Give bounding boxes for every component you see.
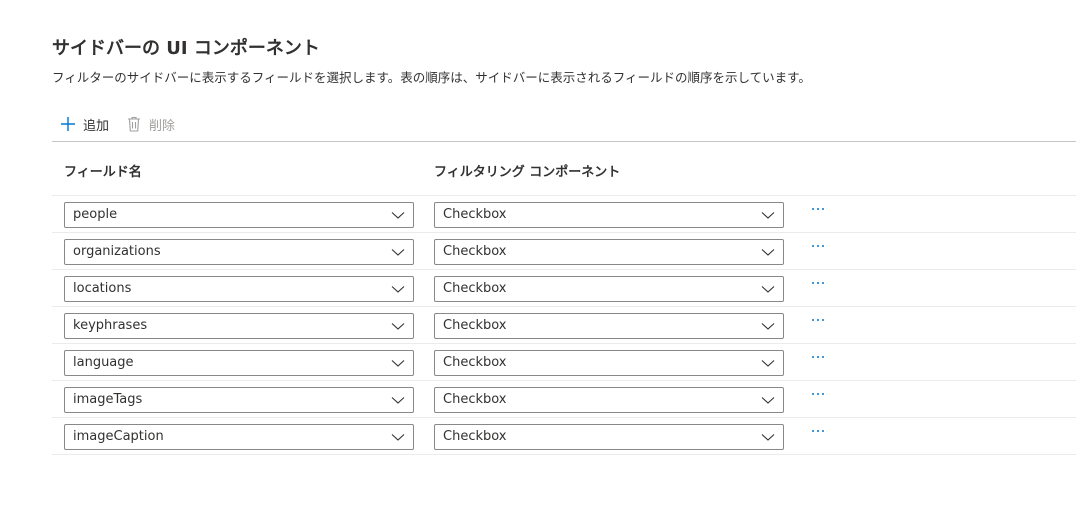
row-more-button[interactable] [810, 200, 826, 218]
toolbar-divider [52, 141, 1076, 142]
field-name-dropdown[interactable]: people [64, 202, 414, 228]
delete-button[interactable]: 削除 [125, 112, 175, 136]
row-more-button[interactable] [810, 348, 826, 366]
chevron-down-icon [391, 323, 405, 330]
chevron-down-icon [761, 323, 775, 330]
table-row: imageTags Checkbox [52, 380, 1076, 417]
field-name-value: language [73, 355, 134, 370]
field-name-dropdown[interactable]: keyphrases [64, 313, 414, 339]
table-row: language Checkbox [52, 343, 1076, 380]
more-horizontal-icon [812, 245, 824, 247]
row-more-button[interactable] [810, 422, 826, 440]
chevron-down-icon [761, 434, 775, 441]
filtering-component-value: Checkbox [443, 281, 507, 296]
filtering-component-dropdown[interactable]: Checkbox [434, 313, 784, 339]
more-horizontal-icon [812, 356, 824, 358]
chevron-down-icon [761, 212, 775, 219]
field-name-dropdown[interactable]: imageCaption [64, 424, 414, 450]
filtering-component-dropdown[interactable]: Checkbox [434, 424, 784, 450]
filtering-component-dropdown[interactable]: Checkbox [434, 239, 784, 265]
more-horizontal-icon [812, 282, 824, 284]
more-horizontal-icon [812, 319, 824, 321]
plus-icon [59, 115, 77, 133]
filtering-component-value: Checkbox [443, 392, 507, 407]
filtering-component-dropdown[interactable]: Checkbox [434, 350, 784, 376]
toolbar: 追加 削除 [52, 112, 175, 136]
table-row: locations Checkbox [52, 269, 1076, 306]
table-body: people Checkbox organizations Checkbox l… [52, 195, 1076, 455]
field-name-value: keyphrases [73, 318, 148, 333]
row-more-button[interactable] [810, 274, 826, 292]
field-name-value: imageTags [73, 392, 143, 407]
field-name-dropdown[interactable]: locations [64, 276, 414, 302]
chevron-down-icon [391, 286, 405, 293]
filtering-component-value: Checkbox [443, 355, 507, 370]
chevron-down-icon [391, 249, 405, 256]
filtering-component-value: Checkbox [443, 318, 507, 333]
filtering-component-dropdown[interactable]: Checkbox [434, 276, 784, 302]
chevron-down-icon [761, 360, 775, 367]
trash-icon [125, 115, 143, 133]
chevron-down-icon [391, 212, 405, 219]
chevron-down-icon [761, 286, 775, 293]
chevron-down-icon [391, 360, 405, 367]
more-horizontal-icon [812, 208, 824, 210]
field-name-value: imageCaption [73, 429, 164, 444]
filtering-component-value: Checkbox [443, 207, 507, 222]
field-name-dropdown[interactable]: organizations [64, 239, 414, 265]
row-more-button[interactable] [810, 311, 826, 329]
filtering-component-dropdown[interactable]: Checkbox [434, 387, 784, 413]
section-title: サイドバーの UI コンポーネント [52, 38, 320, 59]
field-name-value: people [73, 207, 118, 222]
row-more-button[interactable] [810, 385, 826, 403]
add-button-label: 追加 [83, 118, 110, 134]
add-button[interactable]: 追加 [59, 112, 109, 136]
table-header: フィールド名 フィルタリング コンポーネント [52, 160, 1076, 186]
chevron-down-icon [761, 249, 775, 256]
filtering-component-value: Checkbox [443, 429, 507, 444]
field-name-value: locations [73, 281, 132, 296]
field-name-value: organizations [73, 244, 161, 259]
column-header-field-name: フィールド名 [64, 165, 142, 180]
chevron-down-icon [761, 397, 775, 404]
field-name-dropdown[interactable]: language [64, 350, 414, 376]
more-horizontal-icon [812, 393, 824, 395]
filtering-component-value: Checkbox [443, 244, 507, 259]
table-row: keyphrases Checkbox [52, 306, 1076, 343]
chevron-down-icon [391, 434, 405, 441]
more-horizontal-icon [812, 430, 824, 432]
delete-button-label: 削除 [149, 118, 176, 134]
table-row: imageCaption Checkbox [52, 417, 1076, 455]
table-row: organizations Checkbox [52, 232, 1076, 269]
table-row: people Checkbox [52, 195, 1076, 232]
column-header-filtering-component: フィルタリング コンポーネント [434, 165, 621, 180]
row-more-button[interactable] [810, 237, 826, 255]
chevron-down-icon [391, 397, 405, 404]
section-description: フィルターのサイドバーに表示するフィールドを選択します。表の順序は、サイドバーに… [52, 70, 811, 85]
filtering-component-dropdown[interactable]: Checkbox [434, 202, 784, 228]
field-name-dropdown[interactable]: imageTags [64, 387, 414, 413]
